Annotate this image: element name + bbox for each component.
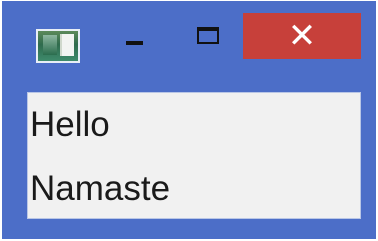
close-icon: ✕ xyxy=(287,16,317,56)
maximize-icon xyxy=(197,27,219,44)
app-icon[interactable] xyxy=(36,29,80,63)
close-button[interactable]: ✕ xyxy=(243,13,361,59)
title-bar[interactable]: ✕ xyxy=(2,1,376,84)
minimize-icon xyxy=(126,41,143,45)
label-namaste: Namaste xyxy=(30,169,171,208)
label-hello: Hello xyxy=(30,105,110,144)
client-area: Hello Namaste xyxy=(27,92,361,219)
minimize-button[interactable] xyxy=(106,21,160,63)
app-window: ✕ Hello Namaste xyxy=(2,1,376,239)
maximize-button[interactable] xyxy=(182,13,236,55)
